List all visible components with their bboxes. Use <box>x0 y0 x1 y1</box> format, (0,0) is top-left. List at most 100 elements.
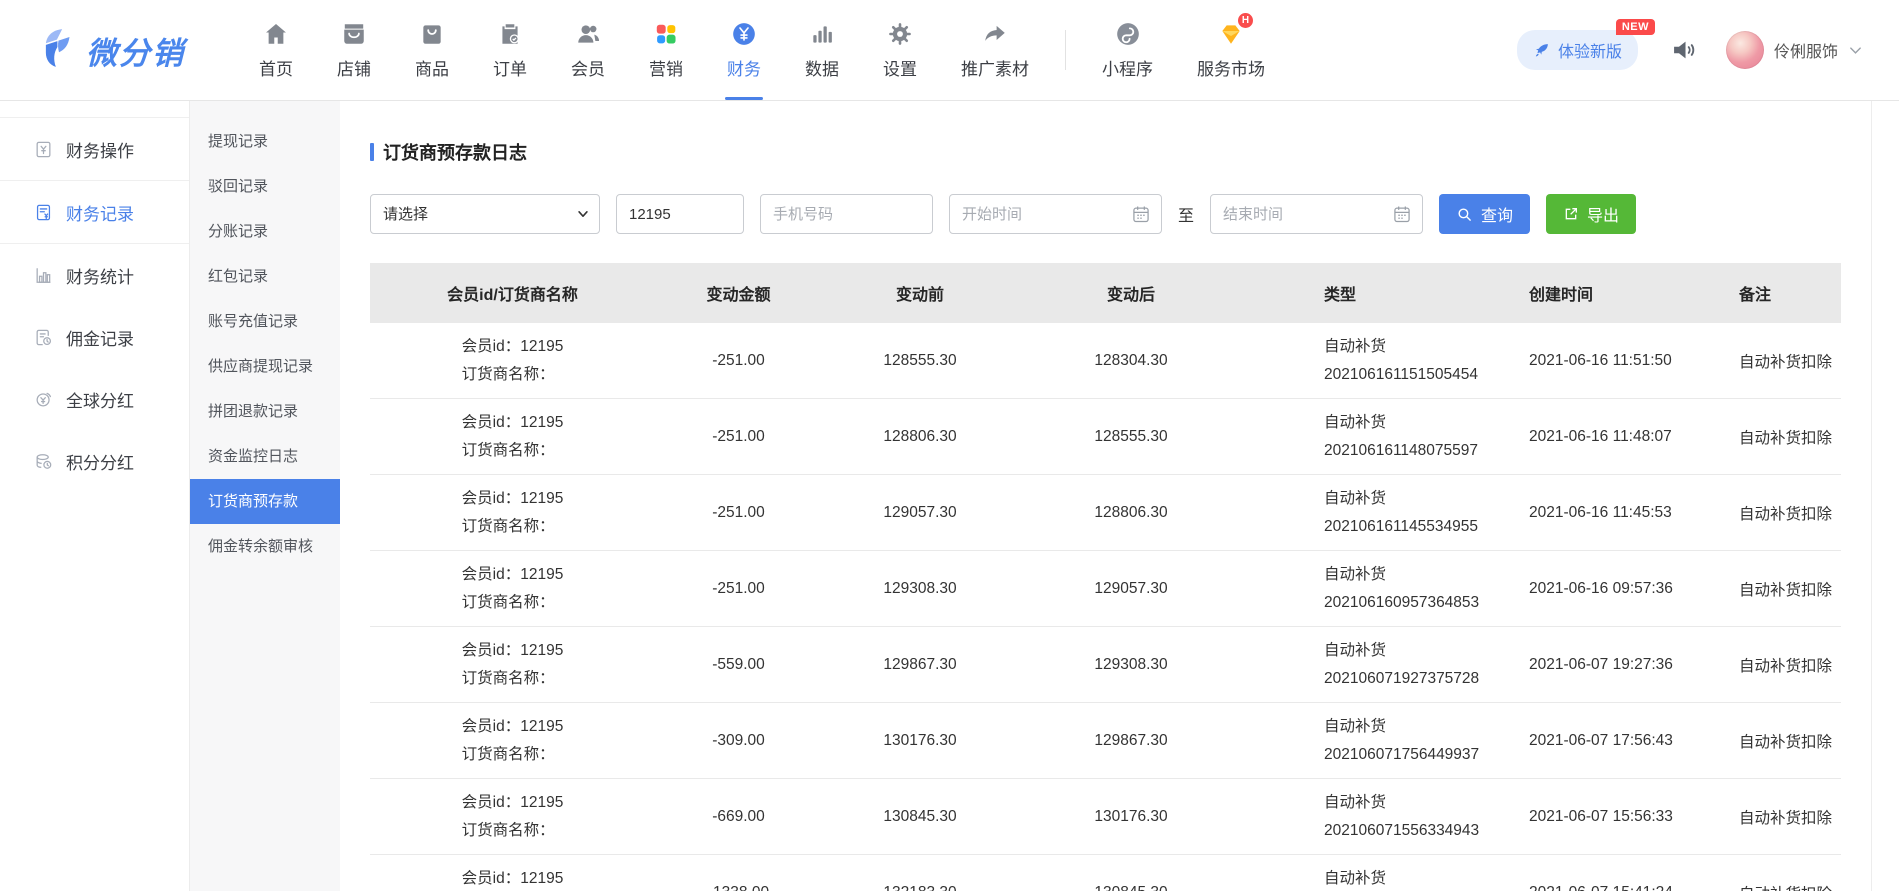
cell-type: 自动补货202106161151505454 <box>1244 323 1499 399</box>
cell-amount: -559.00 <box>655 627 822 703</box>
sidebar-item-label: 财务统计 <box>66 263 134 288</box>
cell-type: 自动补货202106160957364853 <box>1244 551 1499 627</box>
nav-item-home[interactable]: 首页 <box>237 0 315 100</box>
type-block: 自动补货202106161148075597 <box>1324 409 1498 463</box>
cell-created: 2021-06-07 15:41:24 <box>1499 855 1715 891</box>
service-market-icon: H <box>1218 20 1244 47</box>
submenu-item-supplier-withdraw-records[interactable]: 供应商提现记录 <box>190 344 340 389</box>
nav-item-label: 订单 <box>493 55 527 80</box>
try-new-version-button[interactable]: 体验新版 NEW <box>1517 30 1638 70</box>
nav-item-finance[interactable]: 财务 <box>705 0 783 100</box>
calendar-icon[interactable] <box>1392 204 1412 224</box>
cell-created: 2021-06-16 11:48:07 <box>1499 399 1715 475</box>
search-button-label: 查询 <box>1481 202 1513 226</box>
cell-type: 自动补货202106071756449937 <box>1244 703 1499 779</box>
user-menu[interactable]: 伶俐服饰 <box>1726 31 1863 69</box>
nav-item-label: 首页 <box>259 55 293 80</box>
type-no-line: 202106071756449937 <box>1324 741 1498 768</box>
submenu-item-split-account-records[interactable]: 分账记录 <box>190 209 340 254</box>
nav-item-data[interactable]: 数据 <box>783 0 861 100</box>
submenu-item-fund-monitor-log[interactable]: 资金监控日志 <box>190 434 340 479</box>
try-new-label: 体验新版 <box>1558 38 1622 62</box>
submenu-item-withdraw-records[interactable]: 提现记录 <box>190 119 340 164</box>
calendar-icon[interactable] <box>1131 204 1151 224</box>
nav-item-promo-materials[interactable]: 推广素材 <box>939 0 1051 100</box>
points-dividend-icon <box>34 452 53 471</box>
submenu-item-group-refund-records[interactable]: 拼团退款记录 <box>190 389 340 434</box>
table-row: 会员id：12195订货商名称：-251.00128555.30128304.3… <box>370 323 1841 399</box>
search-button[interactable]: 查询 <box>1439 194 1530 234</box>
member-id-input[interactable] <box>616 194 744 234</box>
main-content: 订货商预存款日志 请选择 至 <box>340 101 1871 891</box>
settings-icon <box>887 20 913 47</box>
sidebar-item-commission-records[interactable]: 佣金记录 <box>0 306 189 368</box>
type-name-line: 自动补货 <box>1324 409 1498 436</box>
cell-created: 2021-06-07 19:27:36 <box>1499 627 1715 703</box>
cell-remark: 自动补货扣除 <box>1715 475 1841 551</box>
orders-icon <box>497 20 523 47</box>
commission-records-icon <box>34 328 53 347</box>
cell-member: 会员id：12195订货商名称： <box>370 323 655 399</box>
brand-logo[interactable]: 微分销 <box>40 27 185 74</box>
primary-sidebar: 财务操作财务记录财务统计佣金记录全球分红积分分红 <box>0 101 190 891</box>
cell-after: 128555.30 <box>1018 399 1244 475</box>
type-block: 自动补货202106071541255333 <box>1324 865 1498 891</box>
speaker-icon[interactable] <box>1670 36 1698 64</box>
home-icon <box>263 20 289 47</box>
submenu-item-commission-to-balance-audit[interactable]: 佣金转余额审核 <box>190 524 340 569</box>
nav-item-mini-program[interactable]: 小程序 <box>1080 0 1175 100</box>
submenu-item-account-recharge-records[interactable]: 账号充值记录 <box>190 299 340 344</box>
submenu-item-reject-records[interactable]: 驳回记录 <box>190 164 340 209</box>
topbar-right: 体验新版 NEW 伶俐服饰 <box>1517 30 1863 70</box>
nav-item-marketing[interactable]: 营销 <box>627 0 705 100</box>
cell-after: 129308.30 <box>1018 627 1244 703</box>
cell-remark: 自动补货扣除 <box>1715 323 1841 399</box>
export-button[interactable]: 导出 <box>1546 194 1636 234</box>
user-name: 伶俐服饰 <box>1774 38 1838 62</box>
sidebar-item-label: 佣金记录 <box>66 325 134 350</box>
nav-item-label: 营销 <box>649 55 683 80</box>
phone-input[interactable] <box>760 194 933 234</box>
mini-program-icon <box>1115 20 1141 47</box>
sidebar-item-global-dividend[interactable]: 全球分红 <box>0 368 189 430</box>
type-select[interactable]: 请选择 <box>370 194 600 234</box>
type-block: 自动补货202106161145534955 <box>1324 485 1498 539</box>
nav-item-label: 数据 <box>805 55 839 80</box>
table-row: 会员id：12195订货商名称：-251.00128806.30128555.3… <box>370 399 1841 475</box>
sidebar-item-finance-records[interactable]: 财务记录 <box>0 181 189 244</box>
cell-type: 自动补货202106071541255333 <box>1244 855 1499 891</box>
nav-item-orders[interactable]: 订单 <box>471 0 549 100</box>
cell-member: 会员id：12195订货商名称： <box>370 399 655 475</box>
nav-item-label: 会员 <box>571 55 605 80</box>
nav-item-label: 财务 <box>727 55 761 80</box>
nav-item-settings[interactable]: 设置 <box>861 0 939 100</box>
sidebar-item-label: 财务记录 <box>66 200 134 225</box>
submenu-item-supplier-prepay[interactable]: 订货商预存款 <box>190 479 340 524</box>
cell-amount: -1338.00 <box>655 855 822 891</box>
start-time-wrap <box>949 194 1162 234</box>
sidebar-item-finance-ops[interactable]: 财务操作 <box>0 117 189 181</box>
cell-before: 128555.30 <box>822 323 1018 399</box>
page-title-text: 订货商预存款日志 <box>383 139 527 165</box>
cell-after: 129057.30 <box>1018 551 1244 627</box>
cell-remark: 自动补货扣除 <box>1715 855 1841 891</box>
submenu-item-red-packet-records[interactable]: 红包记录 <box>190 254 340 299</box>
type-block: 自动补货202106071756449937 <box>1324 713 1498 767</box>
nav-item-shop[interactable]: 店铺 <box>315 0 393 100</box>
member-id-line: 会员id：12195 <box>462 561 564 588</box>
type-name-line: 自动补货 <box>1324 333 1498 360</box>
cell-after: 130176.30 <box>1018 779 1244 855</box>
member-block: 会员id：12195订货商名称： <box>462 485 564 539</box>
nav-item-goods[interactable]: 商品 <box>393 0 471 100</box>
sidebar-item-points-dividend[interactable]: 积分分红 <box>0 430 189 492</box>
cell-amount: -309.00 <box>655 703 822 779</box>
member-block: 会员id：12195订货商名称： <box>462 409 564 463</box>
sidebar-item-finance-stats[interactable]: 财务统计 <box>0 244 189 306</box>
type-no-line: 202106160957364853 <box>1324 589 1498 616</box>
cell-type: 自动补货202106071556334943 <box>1244 779 1499 855</box>
type-name-line: 自动补货 <box>1324 485 1498 512</box>
member-name-line: 订货商名称： <box>462 513 564 540</box>
nav-item-members[interactable]: 会员 <box>549 0 627 100</box>
hot-badge: H <box>1238 13 1253 28</box>
nav-item-service-market[interactable]: H服务市场 <box>1175 0 1287 100</box>
